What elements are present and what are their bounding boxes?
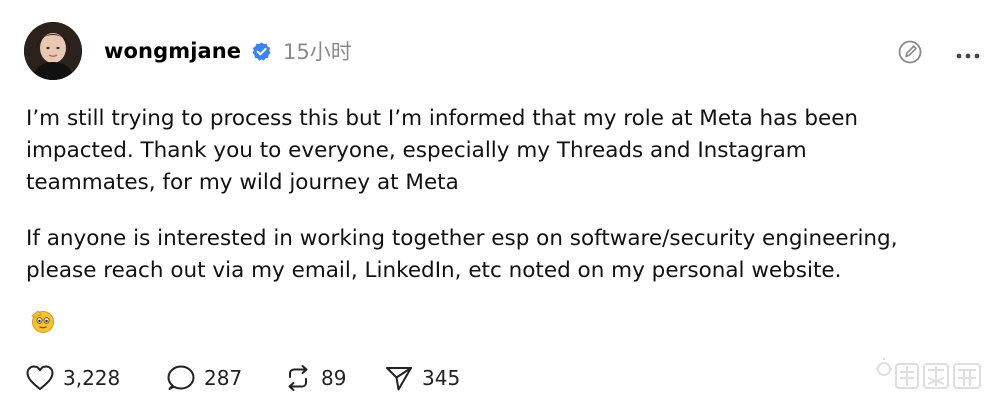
post-time: 15小时 xyxy=(283,40,352,64)
send-icon xyxy=(386,367,412,391)
text-line: impacted. Thank you to everyone, especia… xyxy=(26,138,807,163)
heart-icon xyxy=(26,365,54,390)
like-count: 3,228 xyxy=(63,366,121,390)
reply-count: 287 xyxy=(204,366,243,390)
avatar[interactable] xyxy=(24,22,82,80)
username[interactable]: wongmjane xyxy=(104,37,241,65)
text-line: teammates, for my wild journey at Meta xyxy=(26,170,459,195)
comment-icon xyxy=(167,365,195,390)
verified-badge-icon xyxy=(251,41,272,62)
watermark-logo xyxy=(876,356,986,396)
edit-icon[interactable] xyxy=(897,39,923,65)
text-line: If anyone is interested in working toget… xyxy=(26,226,898,251)
share-count: 345 xyxy=(422,366,461,390)
repost-count: 89 xyxy=(321,366,347,390)
text-line: I’m still trying to process this but I’m… xyxy=(26,106,859,131)
more-icon[interactable] xyxy=(955,46,981,59)
post-paragraph-1: I’m still trying to process this but I’m… xyxy=(26,103,858,199)
text-line: please reach out via my email, LinkedIn,… xyxy=(26,258,842,283)
threads-post: wongmjane 15小时 I’m still trying to proce… xyxy=(0,0,1000,409)
like-button[interactable]: 3,228 xyxy=(25,364,120,392)
reply-button[interactable]: 287 xyxy=(166,364,242,392)
repost-button[interactable]: 89 xyxy=(283,364,346,392)
repost-icon xyxy=(288,365,308,391)
saluting-face-emoji xyxy=(30,308,56,334)
share-button[interactable]: 345 xyxy=(384,364,460,392)
post-paragraph-2: If anyone is interested in working toget… xyxy=(26,223,898,287)
